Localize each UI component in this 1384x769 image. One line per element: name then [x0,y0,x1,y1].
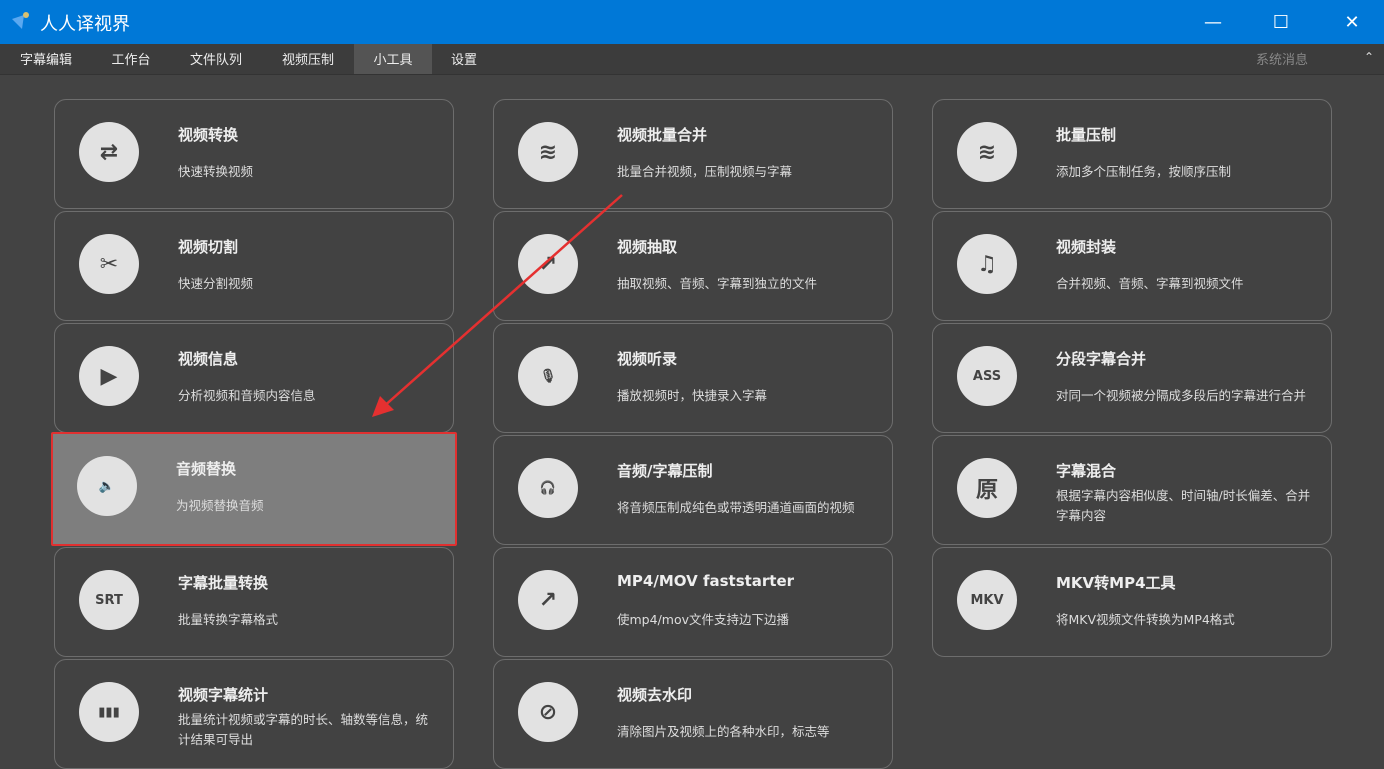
tool-title: 视频抽取 [617,238,678,256]
tool-description: 对同一个视频被分隔成多段后的字幕进行合并 [1056,388,1307,403]
tool-title: 视频批量合并 [617,126,708,144]
mkv-mp4-icon: MKV [957,570,1017,630]
scissors-icon: ✂ [79,234,139,294]
tool-card[interactable]: ▶ 视频信息 分析视频和音频内容信息 [54,323,454,433]
extract-icon: ↗ [518,570,578,630]
subtitle-mix-icon: 原 [957,458,1017,518]
tool-description: 清除图片及视频上的各种水印，标志等 [617,724,830,739]
tool-card[interactable]: 🎙 视频听录 播放视频时，快捷录入字幕 [493,323,893,433]
srt-icon: SRT [79,570,139,630]
tool-description: 抽取视频、音频、字幕到独立的文件 [617,276,818,291]
bar-chart-icon: ▮▮▮ [79,682,139,742]
tool-description: 快速转换视频 [178,164,254,179]
tab-settings[interactable]: 设置 [440,44,488,74]
tool-card[interactable]: MKV MKV转MP4工具 将MKV视频文件转换为MP4格式 [932,547,1332,657]
tool-description: 播放视频时，快捷录入字幕 [617,388,768,403]
ass-merge-icon: ASS [957,346,1017,406]
tool-title: 字幕批量转换 [178,574,269,592]
tool-card[interactable]: ⇄ 视频转换 快速转换视频 [54,99,454,209]
tool-card[interactable]: 原 字幕混合 根据字幕内容相似度、时间轴/时长偏差、合并字幕内容 [932,435,1332,545]
tab-subtitle-edit[interactable]: 字幕编辑 [8,44,84,74]
tool-title: 字幕混合 [1056,462,1117,480]
tool-description: 分析视频和音频内容信息 [178,388,316,403]
menu-bar: 字幕编辑 工作台 文件队列 视频压制 小工具 设置 系统消息 ⌃ [0,44,1384,75]
tool-title: 批量压制 [1056,126,1117,144]
watermark-icon: ⊘ [518,682,578,742]
tool-description: 将音频压制成纯色或带透明通道画面的视频 [617,500,855,515]
speaker-icon: 🔈 [77,456,137,516]
tool-title: 视频切割 [178,238,239,256]
system-messages-link[interactable]: 系统消息 [1256,44,1308,78]
tool-title: MKV转MP4工具 [1056,574,1176,592]
headphones-icon: 🎧 [518,458,578,518]
convert-icon: ⇄ [79,122,139,182]
tool-title: 视频信息 [178,350,239,368]
tool-title: 分段字幕合并 [1056,350,1147,368]
tool-description: 使mp4/mov文件支持边下边播 [617,612,789,627]
play-folder-icon: ▶ [79,346,139,406]
tool-title: 视频封装 [1056,238,1117,256]
tool-description: 为视频替换音频 [176,498,264,513]
app-title: 人人译视界 [40,14,130,35]
layers-icon: ≋ [518,122,578,182]
tool-card[interactable]: ⊘ 视频去水印 清除图片及视频上的各种水印，标志等 [493,659,893,769]
maximize-button[interactable]: ☐ [1258,0,1304,44]
tool-title: 音频/字幕压制 [617,462,713,480]
tool-card[interactable]: SRT 字幕批量转换 批量转换字幕格式 [54,547,454,657]
title-bar: 人人译视界 — ☐ ✕ [0,0,1384,44]
tool-title: 视频转换 [178,126,239,144]
tool-card[interactable]: ↗ MP4/MOV faststarter 使mp4/mov文件支持边下边播 [493,547,893,657]
tool-title: 视频字幕统计 [178,686,269,704]
app-logo-icon [12,12,29,29]
tool-title: MP4/MOV faststarter [617,572,795,590]
tool-description: 批量转换字幕格式 [178,612,279,627]
tool-description: 批量统计视频或字幕的时长、轴数等信息，统计结果可导出 [178,712,429,747]
tab-tools[interactable]: 小工具 [354,44,432,74]
tool-card[interactable]: ≋ 视频批量合并 批量合并视频，压制视频与字幕 [493,99,893,209]
tool-title: 视频去水印 [617,686,693,704]
tool-card[interactable]: 🔈 音频替换 为视频替换音频 [51,432,457,546]
collapse-icon[interactable]: ⌃ [1364,50,1374,64]
tool-description: 批量合并视频，压制视频与字幕 [617,164,793,179]
tool-description: 添加多个压制任务，按顺序压制 [1056,164,1232,179]
tool-card[interactable]: ASS 分段字幕合并 对同一个视频被分隔成多段后的字幕进行合并 [932,323,1332,433]
package-icon: ♫ [957,234,1017,294]
tool-description: 合并视频、音频、字幕到视频文件 [1056,276,1244,291]
tool-card[interactable]: ▮▮▮ 视频字幕统计 批量统计视频或字幕的时长、轴数等信息，统计结果可导出 [54,659,454,769]
tab-workbench[interactable]: 工作台 [96,44,166,74]
minimize-button[interactable]: — [1190,0,1236,44]
close-button[interactable]: ✕ [1329,0,1375,44]
tool-description: 根据字幕内容相似度、时间轴/时长偏差、合并字幕内容 [1056,488,1311,523]
tool-description: 将MKV视频文件转换为MP4格式 [1056,612,1235,627]
tool-card[interactable]: ≋ 批量压制 添加多个压制任务，按顺序压制 [932,99,1332,209]
tool-card[interactable]: ♫ 视频封装 合并视频、音频、字幕到视频文件 [932,211,1332,321]
tool-title: 音频替换 [176,460,237,478]
layers-icon: ≋ [957,122,1017,182]
tool-card[interactable]: 🎧 音频/字幕压制 将音频压制成纯色或带透明通道画面的视频 [493,435,893,545]
tool-title: 视频听录 [617,350,678,368]
tab-file-queue[interactable]: 文件队列 [178,44,254,74]
mic-icon: 🎙 [518,346,578,406]
tool-card[interactable]: ✂ 视频切割 快速分割视频 [54,211,454,321]
tab-video-encode[interactable]: 视频压制 [270,44,346,74]
extract-icon: ↗ [518,234,578,294]
tool-description: 快速分割视频 [178,276,254,291]
tool-card[interactable]: ↗ 视频抽取 抽取视频、音频、字幕到独立的文件 [493,211,893,321]
